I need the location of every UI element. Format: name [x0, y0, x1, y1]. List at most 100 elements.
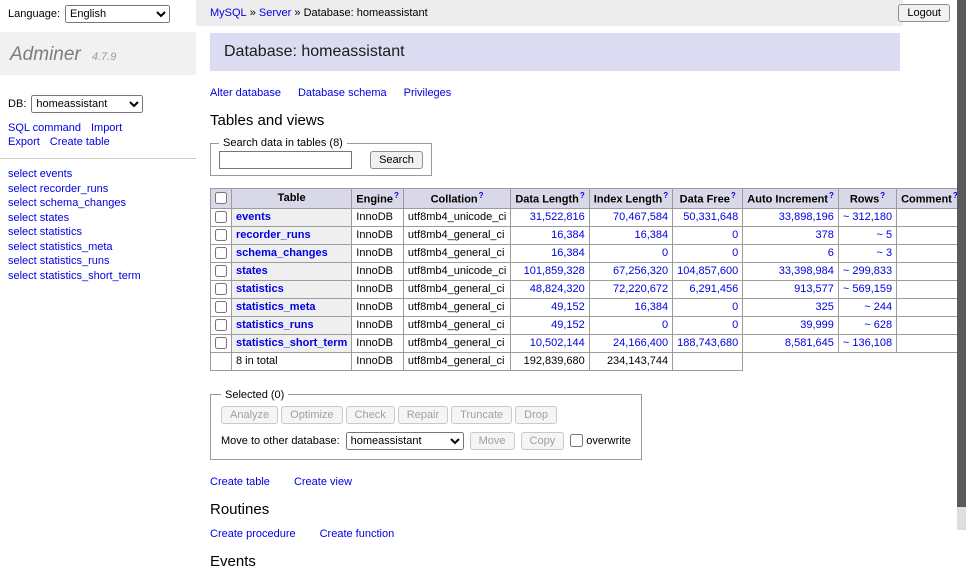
- row-checkbox-states[interactable]: [215, 265, 227, 277]
- breadcrumb-link-server[interactable]: Server: [259, 7, 291, 19]
- cell-data-free-link[interactable]: 0: [732, 247, 738, 259]
- select-all-checkbox[interactable]: [215, 192, 227, 204]
- cell-data-free-link[interactable]: 188,743,680: [677, 337, 738, 349]
- search-button[interactable]: Search: [370, 151, 423, 169]
- cell-index-length-link[interactable]: 0: [662, 247, 668, 259]
- row-checkbox-statistics_runs[interactable]: [215, 319, 227, 331]
- repair-button[interactable]: Repair: [398, 406, 448, 424]
- check-button[interactable]: Check: [346, 406, 395, 424]
- sidebar-action-export[interactable]: Export: [8, 136, 40, 148]
- cell-auto-increment-link[interactable]: 33,898,196: [779, 211, 834, 223]
- table-link-statistics_short_term[interactable]: statistics_short_term: [236, 337, 347, 349]
- column-help-link[interactable]: ?: [479, 191, 484, 200]
- cell-data-free-link[interactable]: 0: [732, 229, 738, 241]
- table-link-recorder_runs[interactable]: recorder_runs: [236, 229, 311, 241]
- column-help-link[interactable]: ?: [880, 191, 885, 200]
- cell-data-free-link[interactable]: 104,857,600: [677, 265, 738, 277]
- move-db-select[interactable]: homeassistant: [346, 432, 464, 450]
- table-link-schema_changes[interactable]: schema_changes: [236, 247, 328, 259]
- column-help-link[interactable]: ?: [394, 191, 399, 200]
- cell-data-length-link[interactable]: 49,152: [551, 319, 585, 331]
- create-view-link[interactable]: Create view: [294, 476, 352, 488]
- cell-data-length-link[interactable]: 10,502,144: [530, 337, 585, 349]
- table-link-statistics_meta[interactable]: statistics_meta: [236, 301, 316, 313]
- cell-rows-link[interactable]: ~ 3: [877, 247, 893, 259]
- row-checkbox-statistics_short_term[interactable]: [215, 337, 227, 349]
- sidebar-action-import[interactable]: Import: [91, 122, 122, 134]
- cell-rows-link[interactable]: ~ 312,180: [843, 211, 892, 223]
- row-checkbox-statistics_meta[interactable]: [215, 301, 227, 313]
- cell-index-length-link[interactable]: 70,467,584: [613, 211, 668, 223]
- cell-index-length-link[interactable]: 0: [662, 319, 668, 331]
- cell-data-length-link[interactable]: 16,384: [551, 229, 585, 241]
- optimize-button[interactable]: Optimize: [281, 406, 342, 424]
- cell-auto-increment-link[interactable]: 39,999: [800, 319, 834, 331]
- cell-data-free-link[interactable]: 50,331,648: [683, 211, 738, 223]
- alter-database-link[interactable]: Alter database: [210, 87, 281, 99]
- create-function-link[interactable]: Create function: [320, 528, 395, 540]
- cell-auto-increment-link[interactable]: 325: [816, 301, 834, 313]
- sidebar-select-statistics[interactable]: select statistics: [8, 226, 196, 238]
- row-checkbox-statistics[interactable]: [215, 283, 227, 295]
- cell-data-length-link[interactable]: 48,824,320: [530, 283, 585, 295]
- cell-data-free-link[interactable]: 6,291,456: [689, 283, 738, 295]
- logout-button[interactable]: Logout: [898, 4, 950, 22]
- truncate-button[interactable]: Truncate: [451, 406, 512, 424]
- column-help-link[interactable]: ?: [731, 191, 736, 200]
- table-link-statistics[interactable]: statistics: [236, 283, 284, 295]
- search-input[interactable]: [219, 151, 352, 169]
- cell-data-length-link[interactable]: 31,522,816: [530, 211, 585, 223]
- cell-auto-increment-link[interactable]: 6: [828, 247, 834, 259]
- cell-index-length-link[interactable]: 67,256,320: [613, 265, 668, 277]
- column-help-link[interactable]: ?: [580, 191, 585, 200]
- sidebar-select-schema-changes[interactable]: select schema_changes: [8, 197, 196, 209]
- column-help-link[interactable]: ?: [829, 191, 834, 200]
- cell-auto-increment-link[interactable]: 8,581,645: [785, 337, 834, 349]
- copy-button[interactable]: Copy: [521, 432, 565, 450]
- cell-index-length-link[interactable]: 24,166,400: [613, 337, 668, 349]
- breadcrumb-link-mysql[interactable]: MySQL: [210, 7, 247, 19]
- cell-rows-link[interactable]: ~ 569,159: [843, 283, 892, 295]
- cell-data-length-link[interactable]: 101,859,328: [524, 265, 585, 277]
- cell-data-free-link[interactable]: 0: [732, 319, 738, 331]
- cell-rows-link[interactable]: ~ 299,833: [843, 265, 892, 277]
- app-name[interactable]: Adminer: [10, 44, 81, 65]
- vertical-scrollbar[interactable]: [957, 0, 966, 543]
- cell-auto-increment-link[interactable]: 913,577: [794, 283, 834, 295]
- cell-index-length-link[interactable]: 72,220,672: [613, 283, 668, 295]
- cell-index-length-link[interactable]: 16,384: [634, 301, 668, 313]
- sidebar-select-events[interactable]: select events: [8, 168, 196, 180]
- row-checkbox-events[interactable]: [215, 211, 227, 223]
- create-procedure-link[interactable]: Create procedure: [210, 528, 296, 540]
- cell-rows-link[interactable]: ~ 628: [864, 319, 892, 331]
- sidebar-select-statistics-runs[interactable]: select statistics_runs: [8, 255, 196, 267]
- table-link-events[interactable]: events: [236, 211, 271, 223]
- row-checkbox-recorder_runs[interactable]: [215, 229, 227, 241]
- cell-rows-link[interactable]: ~ 5: [877, 229, 893, 241]
- sidebar-action-create-table[interactable]: Create table: [50, 136, 110, 148]
- sidebar-action-sql-command[interactable]: SQL command: [8, 122, 81, 134]
- create-table-link[interactable]: Create table: [210, 476, 270, 488]
- column-help-link[interactable]: ?: [663, 191, 668, 200]
- overwrite-checkbox[interactable]: [570, 434, 583, 447]
- sidebar-select-statistics-meta[interactable]: select statistics_meta: [8, 241, 196, 253]
- table-link-statistics_runs[interactable]: statistics_runs: [236, 319, 314, 331]
- database-schema-link[interactable]: Database schema: [298, 87, 387, 99]
- row-checkbox-schema_changes[interactable]: [215, 247, 227, 259]
- cell-auto-increment-link[interactable]: 33,398,984: [779, 265, 834, 277]
- drop-button[interactable]: Drop: [515, 406, 557, 424]
- move-button[interactable]: Move: [470, 432, 515, 450]
- scrollbar-thumb[interactable]: [957, 0, 966, 507]
- cell-index-length-link[interactable]: 16,384: [634, 229, 668, 241]
- cell-rows-link[interactable]: ~ 244: [864, 301, 892, 313]
- cell-data-length-link[interactable]: 16,384: [551, 247, 585, 259]
- sidebar-select-statistics-short-term[interactable]: select statistics_short_term: [8, 270, 196, 282]
- language-select[interactable]: English: [65, 5, 170, 23]
- table-link-states[interactable]: states: [236, 265, 268, 277]
- analyze-button[interactable]: Analyze: [221, 406, 278, 424]
- sidebar-select-states[interactable]: select states: [8, 212, 196, 224]
- cell-rows-link[interactable]: ~ 136,108: [843, 337, 892, 349]
- cell-data-free-link[interactable]: 0: [732, 301, 738, 313]
- sidebar-select-recorder-runs[interactable]: select recorder_runs: [8, 183, 196, 195]
- cell-auto-increment-link[interactable]: 378: [816, 229, 834, 241]
